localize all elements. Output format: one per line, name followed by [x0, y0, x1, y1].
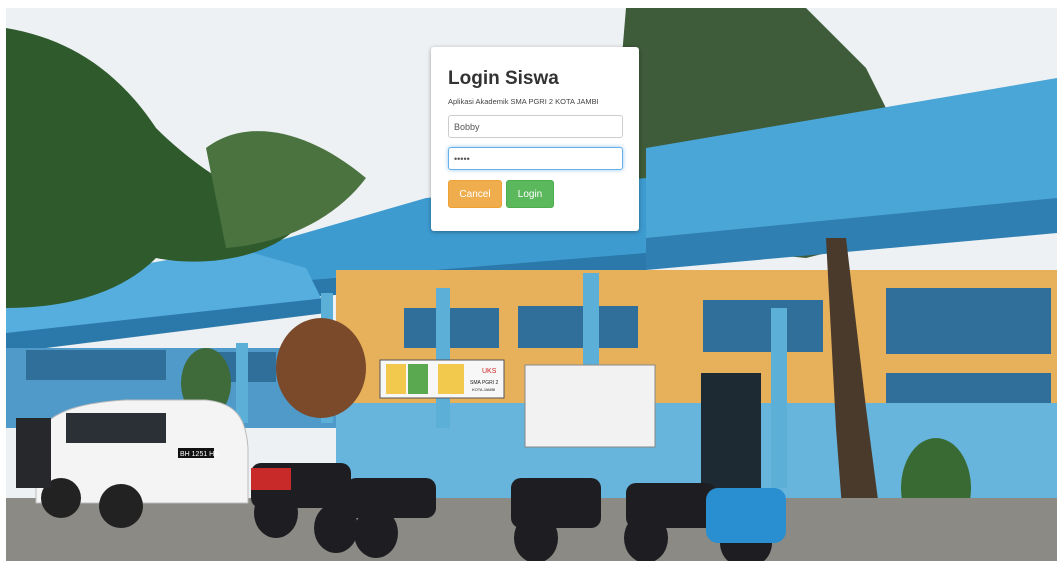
login-title: Login Siswa	[448, 68, 559, 89]
car-plate: BH 1251 HE	[180, 451, 219, 458]
password-input[interactable]	[448, 147, 623, 170]
sign-city: KOTA JAMBI	[472, 387, 495, 392]
sign-uks: UKS	[482, 368, 497, 375]
whiteboard	[524, 364, 656, 448]
login-subtitle: Aplikasi Akademik SMA PGRI 2 KOTA JAMBI	[448, 97, 599, 106]
sign-school: SMA PGRI 2	[470, 380, 499, 386]
login-panel: Login Siswa Aplikasi Akademik SMA PGRI 2…	[431, 47, 639, 231]
login-button[interactable]: Login	[506, 180, 554, 208]
cancel-button[interactable]: Cancel	[448, 180, 502, 208]
red-shrub	[276, 318, 366, 418]
doorway	[701, 373, 761, 503]
button-row: Cancel Login	[448, 180, 623, 208]
username-input[interactable]	[448, 115, 623, 138]
